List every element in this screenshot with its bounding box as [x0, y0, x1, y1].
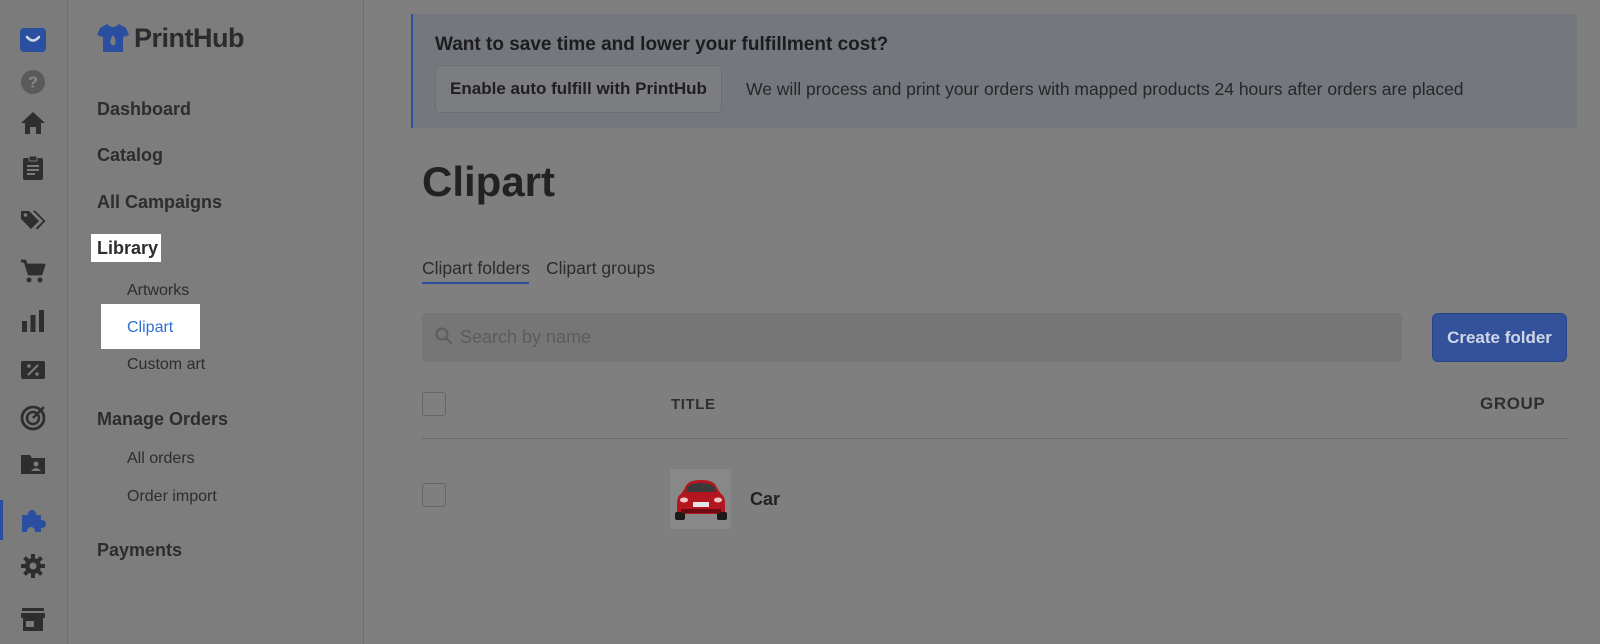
- brand-name: PrintHub: [134, 22, 245, 53]
- page-title: Clipart: [422, 158, 556, 205]
- banner-description: We will process and print your orders wi…: [746, 79, 1464, 99]
- nav-order-import[interactable]: Order import: [127, 488, 217, 506]
- discount-icon[interactable]: [17, 354, 49, 386]
- tab-clipart-groups[interactable]: Clipart groups: [546, 258, 655, 279]
- tshirt-logo-icon: [97, 24, 129, 52]
- nav-custom-art[interactable]: Custom art: [127, 356, 205, 374]
- enable-auto-fulfill-button[interactable]: Enable auto fulfill with PrintHub: [435, 65, 722, 113]
- nav-manage-orders[interactable]: Manage Orders: [97, 409, 228, 430]
- icon-rail: ?: [0, 0, 68, 644]
- auto-fulfill-banner: Want to save time and lower your fulfill…: [411, 14, 1577, 128]
- banner-title: Want to save time and lower your fulfill…: [435, 34, 889, 55]
- table-divider: [422, 438, 1567, 439]
- row-title[interactable]: Car: [750, 489, 780, 510]
- nav-dashboard[interactable]: Dashboard: [97, 99, 191, 120]
- tab-clipart-folders[interactable]: Clipart folders: [422, 258, 530, 279]
- analytics-icon[interactable]: [17, 305, 49, 337]
- apps-puzzle-icon[interactable]: [17, 504, 49, 536]
- nav-all-campaigns[interactable]: All Campaigns: [97, 192, 222, 213]
- nav-library[interactable]: Library: [97, 238, 158, 259]
- store-icon[interactable]: [17, 603, 49, 635]
- column-header-title[interactable]: TITLE: [671, 396, 716, 413]
- search-box: [422, 313, 1402, 362]
- red-car-image: [674, 480, 727, 520]
- svg-text:?: ?: [28, 75, 38, 92]
- sidebar: PrintHub Dashboard Catalog All Campaigns…: [68, 0, 364, 644]
- active-tab-underline: [422, 282, 529, 284]
- nav-artworks[interactable]: Artworks: [127, 282, 189, 300]
- settings-gear-icon[interactable]: [17, 550, 49, 582]
- active-indicator: [0, 500, 3, 540]
- help-icon[interactable]: ?: [17, 66, 49, 98]
- nav-clipart[interactable]: Clipart: [127, 319, 173, 337]
- nav-catalog[interactable]: Catalog: [97, 145, 163, 166]
- nav-all-orders[interactable]: All orders: [127, 450, 195, 468]
- orders-clipboard-icon[interactable]: [17, 152, 49, 184]
- column-header-group[interactable]: GROUP: [1480, 394, 1545, 414]
- printhub-logo[interactable]: PrintHub: [96, 22, 245, 54]
- app-logo-icon[interactable]: [17, 24, 49, 56]
- content-folder-icon[interactable]: [17, 448, 49, 480]
- create-folder-button[interactable]: Create folder: [1432, 313, 1567, 362]
- search-icon: [435, 327, 453, 345]
- cart-icon[interactable]: [17, 255, 49, 287]
- marketing-target-icon[interactable]: [17, 402, 49, 434]
- tags-icon[interactable]: [17, 203, 49, 235]
- select-all-checkbox[interactable]: [422, 392, 446, 416]
- search-input[interactable]: [460, 313, 1390, 362]
- row-checkbox[interactable]: [422, 483, 446, 507]
- car-thumbnail[interactable]: [670, 469, 731, 529]
- nav-payments[interactable]: Payments: [97, 540, 182, 561]
- home-icon[interactable]: [17, 107, 49, 139]
